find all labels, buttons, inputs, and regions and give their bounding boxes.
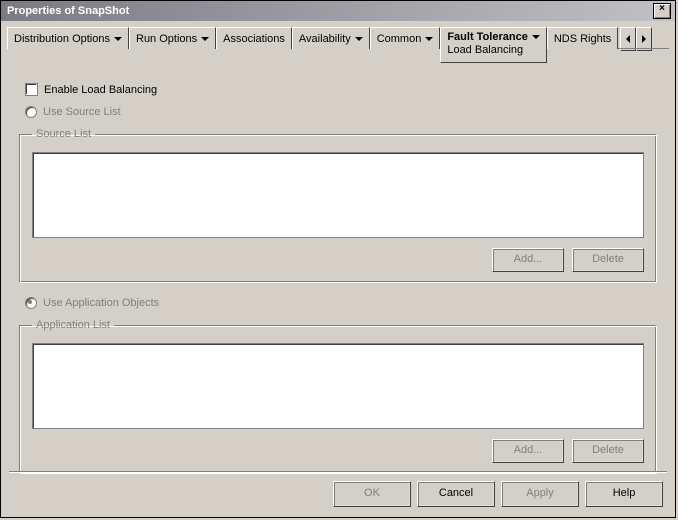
ok-button[interactable]: OK — [333, 481, 411, 507]
tab-associations[interactable]: Associations — [216, 27, 292, 49]
source-list-listbox[interactable] — [32, 152, 644, 238]
chevron-down-icon — [355, 37, 363, 41]
source-list-legend: Source List — [32, 128, 95, 140]
window-title: Properties of SnapShot — [7, 5, 129, 17]
cancel-button[interactable]: Cancel — [417, 481, 495, 507]
source-list-buttons: Add... Delete — [32, 248, 644, 272]
app-list-add-button[interactable]: Add... — [492, 439, 564, 463]
application-list-group: Application List Add... Delete — [19, 319, 657, 474]
titlebar: Properties of SnapShot × — [1, 1, 675, 21]
tab-label: Common — [377, 33, 422, 45]
tab-distribution-options[interactable]: Distribution Options — [7, 27, 129, 49]
tab-common[interactable]: Common — [370, 27, 441, 49]
tab-label: NDS Rights — [554, 33, 611, 45]
titlebar-buttons: × — [653, 3, 671, 19]
source-list-group: Source List Add... Delete — [19, 128, 657, 283]
tab-label: Run Options — [136, 33, 197, 45]
chevron-down-icon — [114, 37, 122, 41]
tab-label: Distribution Options — [14, 33, 110, 45]
help-button[interactable]: Help — [585, 481, 663, 507]
use-app-objects-radio[interactable] — [25, 297, 37, 309]
use-app-objects-label: Use Application Objects — [43, 297, 159, 309]
tab-nds-rights[interactable]: NDS Rights — [547, 27, 618, 49]
chevron-right-icon — [642, 35, 646, 43]
dialog-separator — [9, 471, 667, 473]
use-source-list-label: Use Source List — [43, 106, 121, 118]
application-list-buttons: Add... Delete — [32, 439, 644, 463]
enable-load-balancing-checkbox[interactable] — [25, 83, 38, 96]
tab-fault-tolerance[interactable]: Fault Tolerance Load Balancing — [440, 27, 546, 63]
dialog-buttons: OK Cancel Apply Help — [333, 481, 663, 507]
chevron-left-icon — [626, 35, 630, 43]
source-list-delete-button[interactable]: Delete — [572, 248, 644, 272]
tab-panel-load-balancing: Enable Load Balancing Use Source List So… — [1, 55, 675, 496]
tab-label: Availability — [299, 33, 351, 45]
tab-bar: Distribution Options Run Options Associa… — [1, 21, 675, 55]
use-source-list-row: Use Source List — [25, 106, 657, 118]
use-source-list-radio[interactable] — [25, 106, 37, 118]
chevron-down-icon — [425, 37, 433, 41]
apply-button[interactable]: Apply — [501, 481, 579, 507]
tab-label: Fault Tolerance — [447, 31, 527, 43]
enable-load-balancing-row: Enable Load Balancing — [25, 83, 657, 96]
chevron-down-icon — [532, 35, 540, 39]
source-list-add-button[interactable]: Add... — [492, 248, 564, 272]
use-app-objects-row: Use Application Objects — [25, 297, 657, 309]
chevron-down-icon — [201, 37, 209, 41]
tab-label: Associations — [223, 33, 285, 45]
application-list-legend: Application List — [32, 319, 114, 331]
window: Properties of SnapShot × Distribution Op… — [0, 0, 676, 518]
tab-run-options[interactable]: Run Options — [129, 27, 216, 49]
app-list-delete-button[interactable]: Delete — [572, 439, 644, 463]
close-button[interactable]: × — [653, 3, 671, 19]
application-list-listbox[interactable] — [32, 343, 644, 429]
enable-load-balancing-label: Enable Load Balancing — [44, 84, 157, 96]
tab-sub-label: Load Balancing — [447, 44, 523, 56]
tab-availability[interactable]: Availability — [292, 27, 370, 49]
